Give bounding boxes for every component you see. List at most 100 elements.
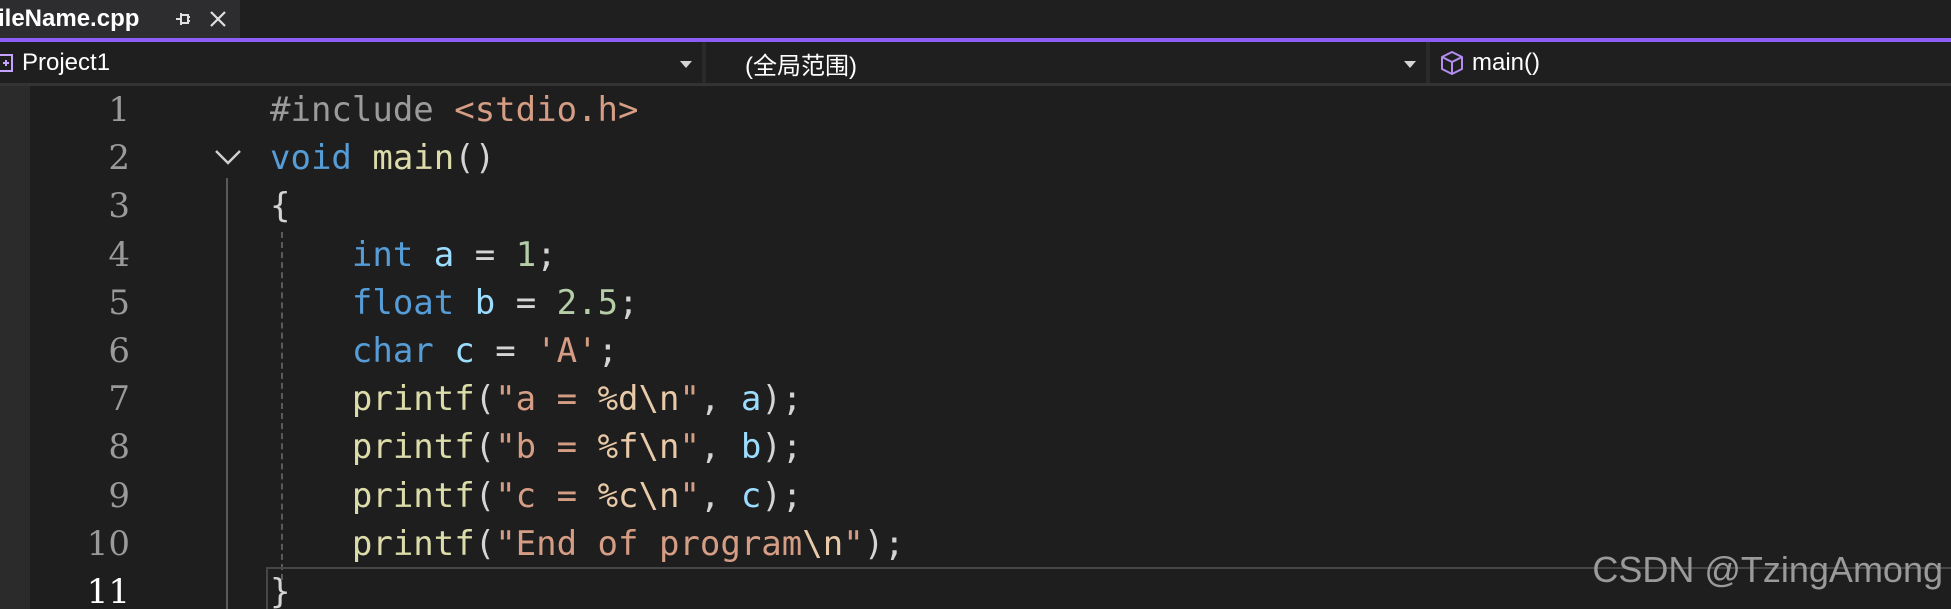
code-token: %d — [597, 379, 639, 420]
member-label: main() — [1472, 49, 1541, 76]
code-token: ( — [474, 379, 496, 420]
code-token: 1 — [515, 234, 537, 275]
code-line[interactable]: int a = 1; — [270, 231, 557, 279]
code-line[interactable]: #include <stdio.h> — [270, 86, 638, 134]
scope-label: (全局范围) — [745, 52, 857, 80]
project-name: Project1 — [22, 49, 111, 76]
watermark: CSDN @TzingAmong — [1592, 549, 1943, 590]
code-token: float — [351, 282, 455, 323]
code-line[interactable]: void main() — [270, 134, 495, 182]
code-token: " — [843, 523, 864, 564]
nav-divider — [702, 42, 706, 84]
code-token: ; — [536, 234, 557, 275]
code-token: , — [699, 379, 741, 420]
code-token: b — [740, 427, 762, 468]
member-dropdown[interactable]: main() — [1440, 42, 1940, 84]
code-token: ); — [863, 523, 905, 564]
indicator-margin — [0, 86, 30, 609]
code-token: ( — [474, 523, 496, 564]
code-token: ; — [597, 331, 619, 371]
code-token: <stdio.h> — [454, 90, 639, 130]
line-number: 9 — [108, 475, 130, 516]
line-number: 5 — [108, 282, 130, 323]
line-number: 2 — [108, 138, 130, 179]
code-token: c — [740, 475, 762, 516]
chevron-down-icon[interactable] — [680, 61, 692, 68]
code-line[interactable]: printf("a = %d\n", a); — [270, 375, 802, 423]
code-token: int — [351, 234, 414, 275]
code-token: printf — [351, 379, 475, 420]
code-token: "b = — [495, 427, 598, 468]
code-token: , — [699, 427, 741, 468]
code-token: #include — [270, 90, 455, 130]
code-token: printf — [351, 523, 475, 564]
scope-dropdown[interactable]: (全局范围) — [745, 42, 1425, 84]
code-token: () — [454, 138, 496, 179]
code-line[interactable]: char c = 'A'; — [270, 327, 618, 375]
code-token: 2.5 — [556, 282, 619, 323]
line-number: 10 — [86, 523, 130, 564]
code-token: ( — [474, 427, 496, 468]
code-token: b — [474, 282, 496, 323]
code-token: "a = — [495, 379, 598, 420]
code-token: " — [679, 427, 700, 468]
code-token: = — [495, 282, 557, 323]
code-token: "c = — [495, 475, 598, 516]
indent-guide — [281, 232, 283, 580]
close-icon[interactable] — [208, 9, 228, 29]
code-token: %c — [597, 475, 639, 516]
line-number: 7 — [108, 379, 130, 420]
code-token: %f — [597, 427, 639, 468]
line-number: 1 — [108, 90, 130, 130]
chevron-down-icon[interactable] — [213, 146, 243, 168]
nav-divider — [1426, 42, 1430, 84]
code-token: , — [699, 475, 741, 516]
code-token: printf — [351, 427, 475, 468]
code-token: " — [679, 379, 700, 420]
code-line[interactable]: { — [270, 182, 290, 230]
code-token: char — [351, 331, 434, 371]
cube-icon — [1441, 51, 1463, 75]
line-number: 3 — [108, 186, 130, 227]
chevron-down-icon[interactable] — [1404, 61, 1416, 68]
code-token: " — [679, 475, 700, 516]
code-token: \n — [638, 379, 680, 420]
code-line[interactable]: printf("c = %c\n", c); — [270, 472, 802, 520]
code-token: ); — [761, 379, 803, 420]
code-token: void — [270, 138, 352, 179]
code-token: printf — [351, 475, 475, 516]
code-token: ); — [761, 427, 803, 468]
code-token: main — [372, 138, 455, 179]
line-number: 6 — [108, 331, 130, 371]
code-token: 'A' — [536, 331, 598, 371]
line-number: 11 — [86, 572, 130, 609]
fold-guide-line — [226, 178, 228, 609]
code-token: \n — [638, 427, 680, 468]
code-token: c — [454, 331, 475, 371]
code-token: "End of program — [495, 523, 803, 564]
code-token: ); — [761, 475, 803, 516]
line-number: 4 — [108, 234, 130, 275]
code-line[interactable]: float b = 2.5; — [270, 279, 639, 327]
code-token: a — [433, 234, 455, 275]
code-token: = — [474, 331, 537, 371]
code-token: { — [270, 186, 291, 227]
code-token: = — [454, 234, 516, 275]
code-line[interactable]: printf("b = %f\n", b); — [270, 423, 802, 471]
code-token: \n — [638, 475, 680, 516]
line-number: 8 — [108, 427, 130, 468]
tab-strip — [0, 0, 1951, 41]
code-line[interactable]: printf("End of program\n"); — [270, 520, 905, 568]
project-dropdown[interactable]: Project1 — [0, 42, 700, 84]
tab-file[interactable]: ileName.cpp — [0, 0, 240, 38]
code-token: a — [740, 379, 762, 420]
pin-icon[interactable] — [174, 9, 192, 29]
code-token: ( — [474, 475, 496, 516]
code-token: \n — [802, 523, 844, 564]
project-icon — [0, 54, 13, 72]
code-token: ; — [618, 282, 639, 323]
